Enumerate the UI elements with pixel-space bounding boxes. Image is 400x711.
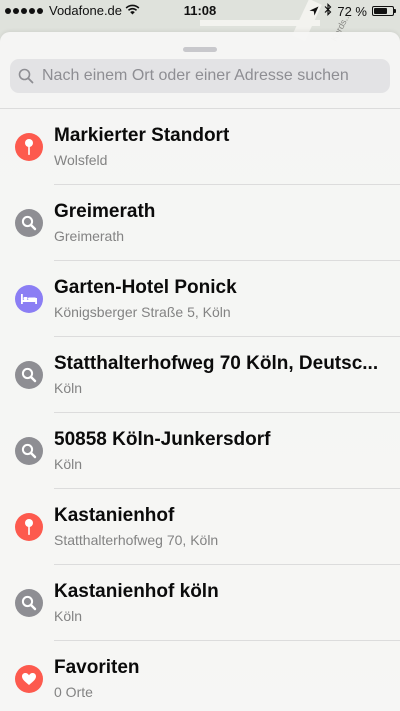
result-title: Kastanienhof köln bbox=[54, 581, 219, 602]
search-icon bbox=[18, 68, 34, 84]
result-subtitle: 0 Orte bbox=[54, 684, 93, 700]
search-icon bbox=[15, 361, 43, 389]
search-bar[interactable] bbox=[10, 59, 390, 93]
battery-level bbox=[374, 8, 387, 14]
result-title: Greimerath bbox=[54, 201, 156, 222]
status-bar: Vodafone.de 11:08 72 % bbox=[0, 0, 400, 20]
result-title: Statthalterhofweg 70 Köln, Deutsc... bbox=[54, 353, 379, 374]
result-item-8[interactable]: Favoriten 0 Orte bbox=[0, 641, 400, 711]
result-subtitle: Königsberger Straße 5, Köln bbox=[54, 304, 231, 320]
results-list: Markierter Standort Wolsfeld Greimerath … bbox=[0, 109, 400, 711]
search-icon bbox=[15, 589, 43, 617]
bluetooth-icon bbox=[324, 3, 332, 19]
result-title: Kastanienhof bbox=[54, 505, 175, 526]
result-subtitle: Statthalterhofweg 70, Köln bbox=[54, 532, 219, 548]
result-title: Favoriten bbox=[54, 657, 140, 678]
search-input[interactable] bbox=[40, 66, 374, 86]
result-subtitle: Köln bbox=[54, 456, 83, 472]
result-item-4[interactable]: Statthalterhofweg 70 Köln, Deutsc... Köl… bbox=[0, 337, 400, 413]
sheet-grabber[interactable] bbox=[183, 47, 217, 52]
battery-icon bbox=[372, 6, 396, 16]
result-subtitle: Greimerath bbox=[54, 228, 125, 244]
search-icon bbox=[15, 437, 43, 465]
result-item-7[interactable]: Kastanienhof köln Köln bbox=[0, 565, 400, 641]
result-subtitle: Köln bbox=[54, 380, 83, 396]
result-item-5[interactable]: 50858 Köln-Junkersdorf Köln bbox=[0, 413, 400, 489]
maps-screen: Kords... Vodafone.de 11:08 72 % Nach ein… bbox=[0, 0, 400, 711]
search-icon bbox=[15, 209, 43, 237]
status-right: 72 % bbox=[309, 3, 396, 19]
map-road bbox=[200, 20, 320, 26]
result-subtitle: Wolsfeld bbox=[54, 152, 108, 168]
location-arrow-icon bbox=[309, 4, 319, 19]
heart-icon bbox=[15, 665, 43, 693]
result-item-3[interactable]: Garten-Hotel Ponick Königsberger Straße … bbox=[0, 261, 400, 337]
result-subtitle: Köln bbox=[54, 608, 83, 624]
pin-icon bbox=[15, 513, 43, 541]
result-title: Markierter Standort bbox=[54, 125, 230, 146]
search-sheet: Markierter Standort Wolsfeld Greimerath … bbox=[0, 32, 400, 711]
result-item-2[interactable]: Greimerath Greimerath bbox=[0, 185, 400, 261]
pin-icon bbox=[15, 133, 43, 161]
result-item-6[interactable]: Kastanienhof Statthalterhofweg 70, Köln bbox=[0, 489, 400, 565]
result-title: Garten-Hotel Ponick bbox=[54, 277, 237, 298]
battery-percent: 72 % bbox=[337, 3, 367, 19]
result-title: 50858 Köln-Junkersdorf bbox=[54, 429, 271, 450]
result-item-1[interactable]: Markierter Standort Wolsfeld bbox=[0, 109, 400, 185]
bed-icon bbox=[15, 285, 43, 313]
